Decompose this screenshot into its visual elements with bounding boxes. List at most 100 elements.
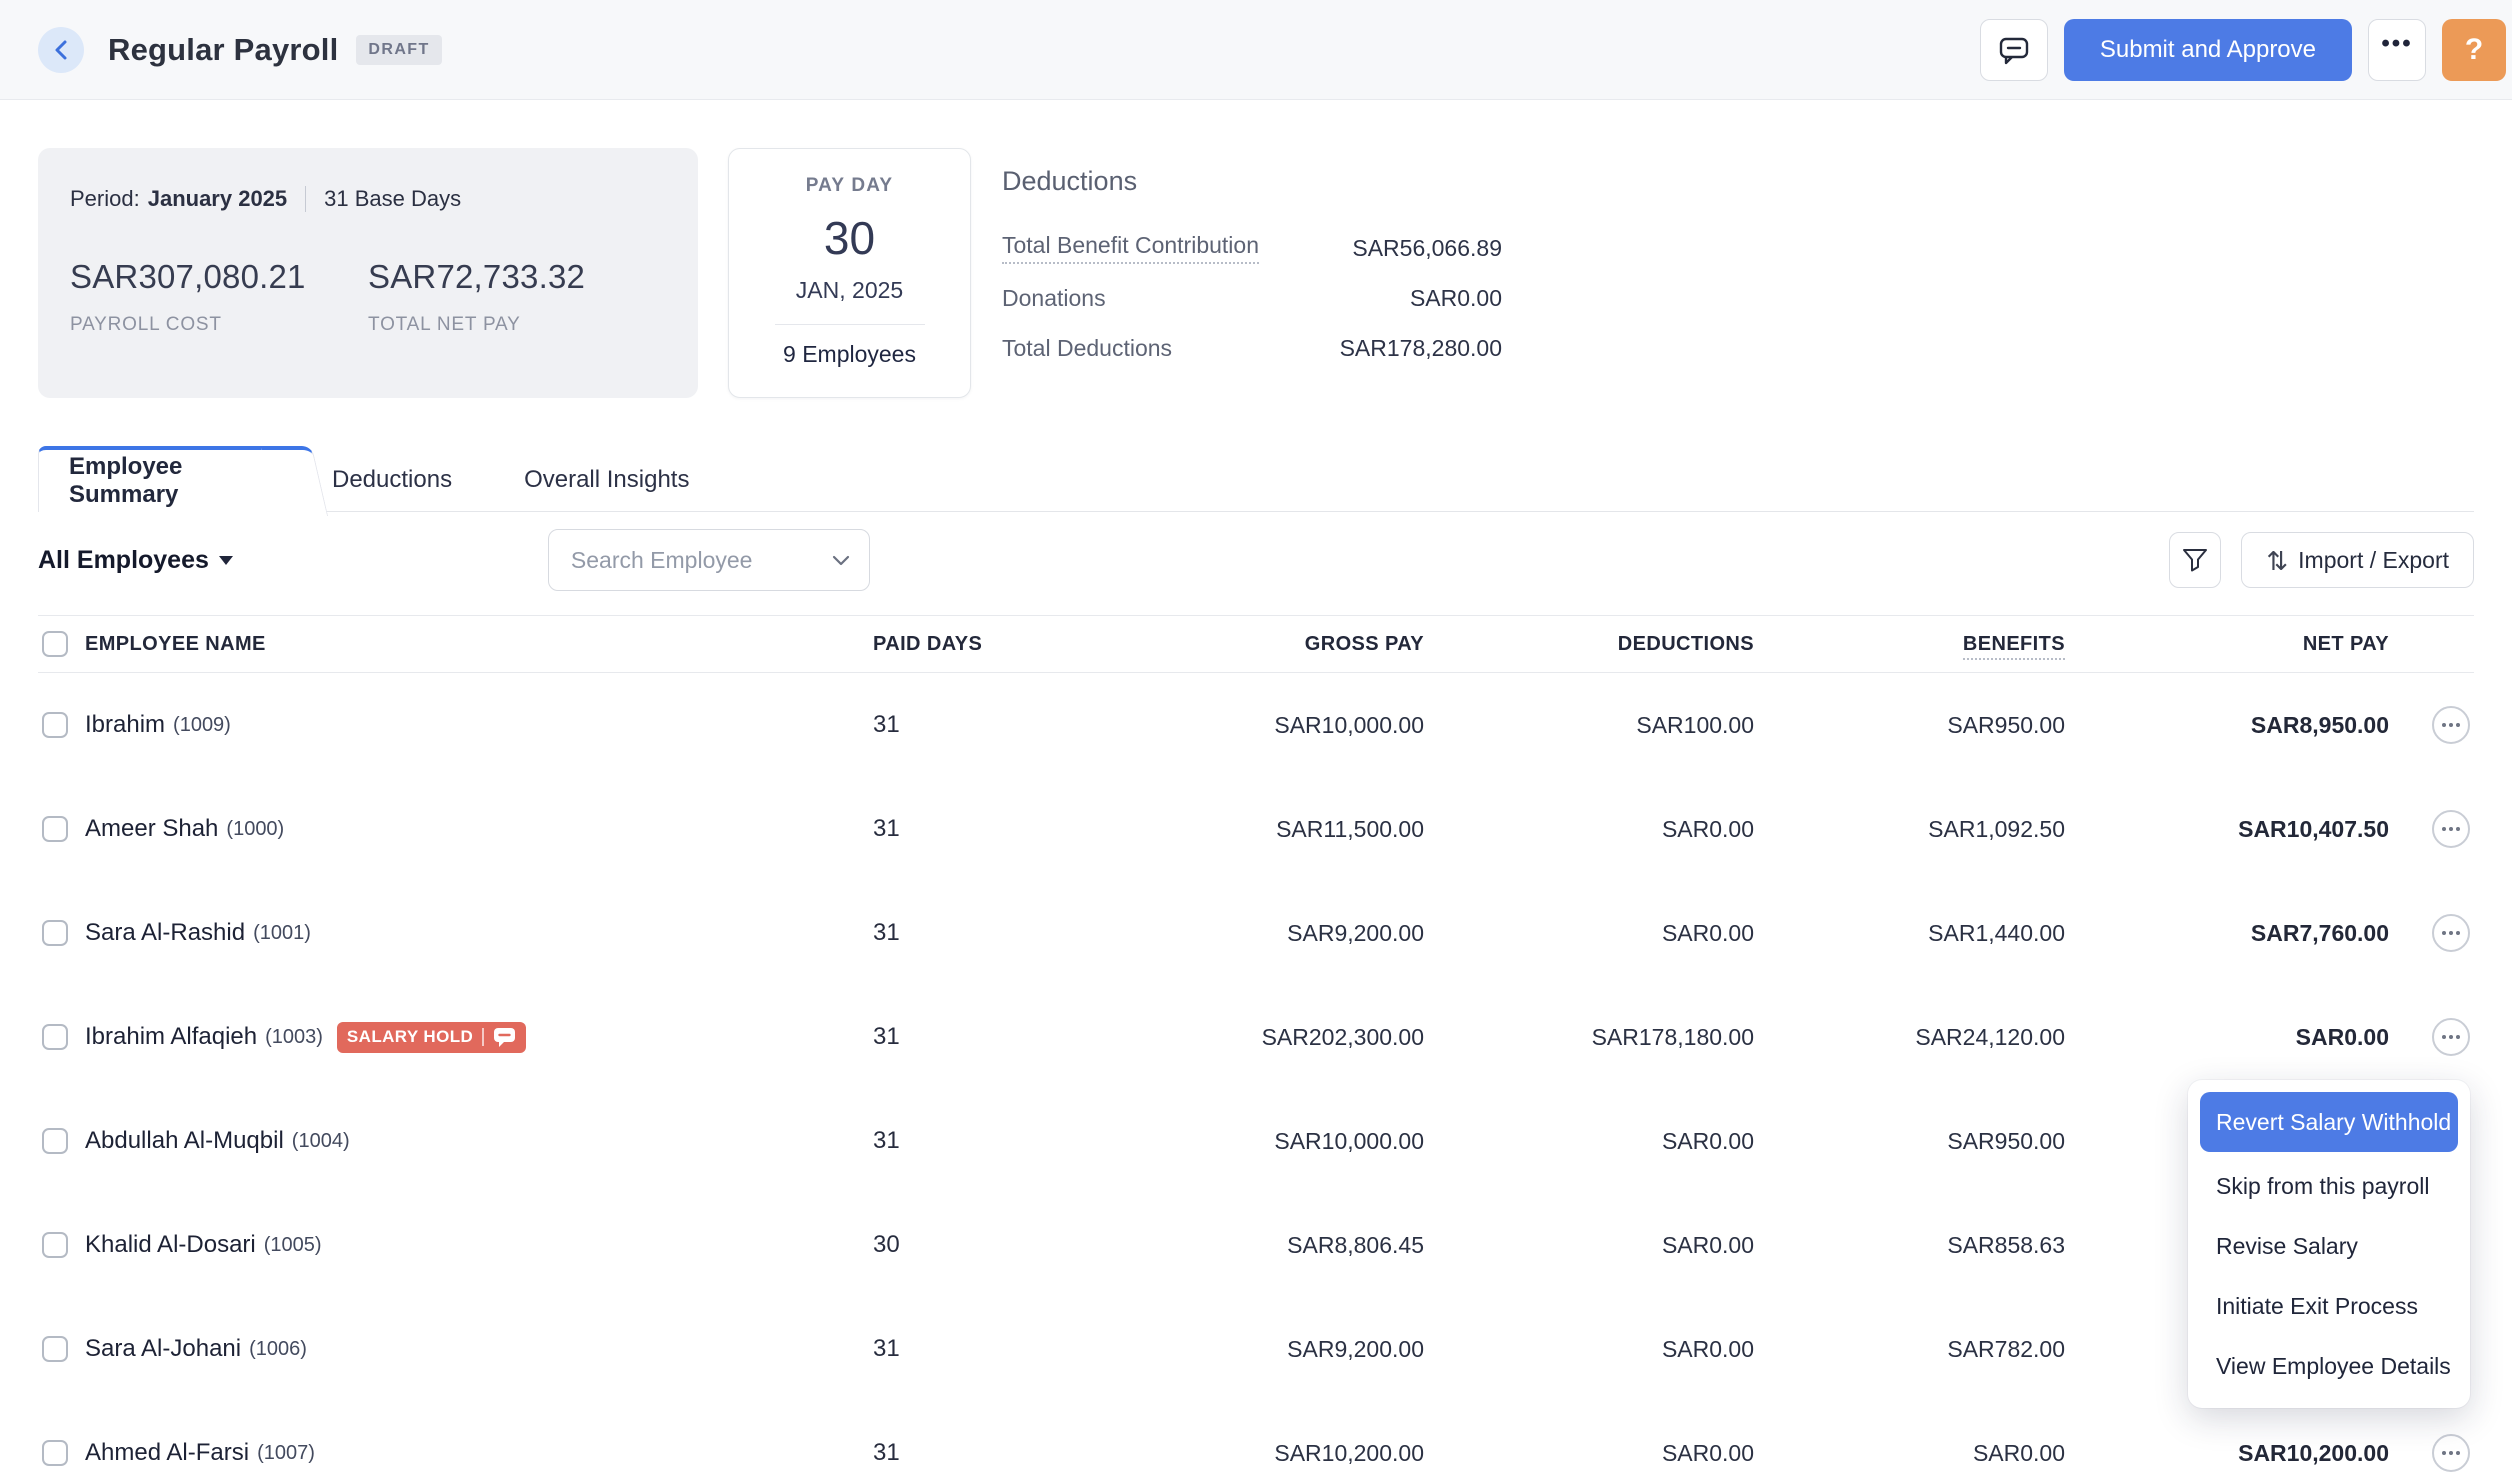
deductions-cell: SAR178,180.00 <box>1424 1024 1754 1051</box>
employee-name[interactable]: Khalid Al-Dosari <box>85 1231 256 1259</box>
column-header: DEDUCTIONS <box>1424 633 1754 656</box>
gross-pay-cell: SAR202,300.00 <box>972 1024 1424 1051</box>
period-value: January 2025 <box>148 186 287 212</box>
employee-name[interactable]: Sara Al-Rashid <box>85 919 245 947</box>
table-header: EMPLOYEE NAMEPAID DAYSGROSS PAY DEDUCTION… <box>38 615 2474 673</box>
net-pay-cell: SAR8,950.00 <box>2065 712 2389 739</box>
employee-name-cell: Sara Al-Johani (1006) <box>85 1335 873 1363</box>
payday-day: 30 <box>729 211 970 265</box>
row-checkbox-cell <box>38 1336 85 1362</box>
more-actions-button[interactable]: ••• <box>2368 19 2426 81</box>
salary-hold-label: SALARY HOLD <box>347 1027 473 1047</box>
row-actions-button[interactable] <box>2432 706 2470 744</box>
summary-strip: Period: January 2025 31 Base Days SAR307… <box>38 148 2474 398</box>
funnel-icon <box>2182 547 2208 573</box>
employee-name[interactable]: Ibrahim <box>85 711 165 739</box>
payday-card: PAY DAY 30 JAN, 2025 9 Employees <box>728 148 971 398</box>
column-header-label: DEDUCTIONS <box>1618 633 1754 655</box>
back-button[interactable] <box>38 27 84 73</box>
payday-label: PAY DAY <box>729 175 970 197</box>
deductions-cell: SAR0.00 <box>1424 1440 1754 1467</box>
employee-scope-dropdown[interactable]: All Employees <box>38 546 233 575</box>
net-pay-cell: SAR7,760.00 <box>2065 920 2389 947</box>
deductions-cell: SAR0.00 <box>1424 1128 1754 1155</box>
row-checkbox[interactable] <box>42 816 68 842</box>
row-checkbox[interactable] <box>42 1128 68 1154</box>
row-checkbox[interactable] <box>42 920 68 946</box>
employee-name[interactable]: Ahmed Al-Farsi <box>85 1439 249 1467</box>
menu-item-initiate-exit-process[interactable]: Initiate Exit Process <box>2200 1276 2458 1336</box>
select-all-cell <box>38 631 85 657</box>
employee-name[interactable]: Ameer Shah <box>85 815 218 843</box>
menu-item-view-employee-details[interactable]: View Employee Details <box>2200 1336 2458 1396</box>
caret-down-icon <box>219 556 233 565</box>
table-row: Ameer Shah(1000)31SAR11,500.00SAR0.00SAR… <box>38 777 2474 881</box>
filter-row: All Employees ⇅ Import / Export <box>38 529 2474 615</box>
main-content: Period: January 2025 31 Base Days SAR307… <box>0 148 2512 1484</box>
deductions-cell: SAR0.00 <box>1424 816 1754 843</box>
amounts-row: SAR307,080.21 PAYROLL COST SAR72,733.32 … <box>70 258 666 336</box>
row-checkbox-cell <box>38 1024 85 1050</box>
employee-id: (1007) <box>257 1442 315 1465</box>
row-checkbox[interactable] <box>42 1232 68 1258</box>
menu-item-revert-salary-withhold[interactable]: Revert Salary Withhold <box>2200 1092 2458 1152</box>
total-net-pay-label: TOTAL NET PAY <box>368 314 666 336</box>
gross-pay-cell: SAR8,806.45 <box>972 1232 1424 1259</box>
employee-name[interactable]: Abdullah Al-Muqbil <box>85 1127 284 1155</box>
row-actions-button[interactable] <box>2432 1018 2470 1056</box>
payroll-cost-block: SAR307,080.21 PAYROLL COST <box>70 258 368 336</box>
deduction-value: SAR56,066.89 <box>1352 235 1502 262</box>
row-checkbox[interactable] <box>42 1024 68 1050</box>
deduction-value: SAR178,280.00 <box>1340 335 1502 362</box>
row-checkbox[interactable] <box>42 1336 68 1362</box>
chevron-down-icon[interactable] <box>832 555 850 566</box>
row-actions-button[interactable] <box>2432 1434 2470 1472</box>
tab-employee-summary[interactable]: Employee Summary <box>38 446 296 512</box>
paid-days-cell: 31 <box>873 815 972 843</box>
row-checkbox[interactable] <box>42 712 68 738</box>
deduction-label[interactable]: Total Benefit Contribution <box>1002 232 1259 264</box>
deductions-cell: SAR100.00 <box>1424 712 1754 739</box>
row-checkbox[interactable] <box>42 1440 68 1466</box>
menu-item-skip-from-this-payroll[interactable]: Skip from this payroll <box>2200 1156 2458 1216</box>
import-export-button[interactable]: ⇅ Import / Export <box>2241 532 2474 588</box>
benefits-cell: SAR1,092.50 <box>1754 816 2065 843</box>
gross-pay-cell: SAR11,500.00 <box>972 816 1424 843</box>
period-label: Period: <box>70 186 140 212</box>
row-checkbox-cell <box>38 816 85 842</box>
payday-month-year: JAN, 2025 <box>729 277 970 304</box>
column-header: GROSS PAY <box>972 633 1424 656</box>
employee-id: (1004) <box>292 1130 350 1153</box>
paid-days-cell: 31 <box>873 1127 972 1155</box>
salary-hold-badge[interactable]: SALARY HOLD <box>337 1022 526 1053</box>
tab-overall-insights[interactable]: Overall Insights <box>488 449 725 511</box>
ellipsis-icon <box>2442 931 2460 935</box>
row-actions-button[interactable] <box>2432 914 2470 952</box>
employee-name[interactable]: Ibrahim Alfaqieh <box>85 1023 257 1051</box>
ellipsis-icon: ••• <box>2381 30 2412 58</box>
table-row: Ahmed Al-Farsi(1007)31SAR10,200.00SAR0.0… <box>38 1401 2474 1484</box>
comments-button[interactable] <box>1980 19 2048 81</box>
filter-button[interactable] <box>2169 532 2221 588</box>
select-all-checkbox[interactable] <box>42 631 68 657</box>
gross-pay-cell: SAR9,200.00 <box>972 1336 1424 1363</box>
period-card: Period: January 2025 31 Base Days SAR307… <box>38 148 698 398</box>
paid-days-cell: 31 <box>873 711 972 739</box>
row-actions-button[interactable] <box>2432 810 2470 848</box>
help-button[interactable]: ? <box>2442 19 2506 81</box>
row-actions-cell <box>2389 810 2474 848</box>
table-row: Sara Al-Johani(1006)31SAR9,200.00SAR0.00… <box>38 1297 2474 1401</box>
comment-icon <box>1998 35 2030 65</box>
menu-item-revise-salary[interactable]: Revise Salary <box>2200 1216 2458 1276</box>
submit-and-approve-button[interactable]: Submit and Approve <box>2064 19 2352 81</box>
column-header: EMPLOYEE NAME <box>85 633 873 656</box>
employee-id: (1006) <box>249 1338 307 1361</box>
paid-days-cell: 30 <box>873 1231 972 1259</box>
employee-name-cell: Ahmed Al-Farsi (1007) <box>85 1439 873 1467</box>
paid-days-cell: 31 <box>873 1439 972 1467</box>
page-title: Regular Payroll <box>108 32 338 68</box>
deductions-panel: Deductions Total Benefit ContributionSAR… <box>1002 148 1502 398</box>
employee-name[interactable]: Sara Al-Johani <box>85 1335 241 1363</box>
search-employee-input[interactable] <box>548 529 870 591</box>
column-header: PAID DAYS <box>873 633 972 656</box>
